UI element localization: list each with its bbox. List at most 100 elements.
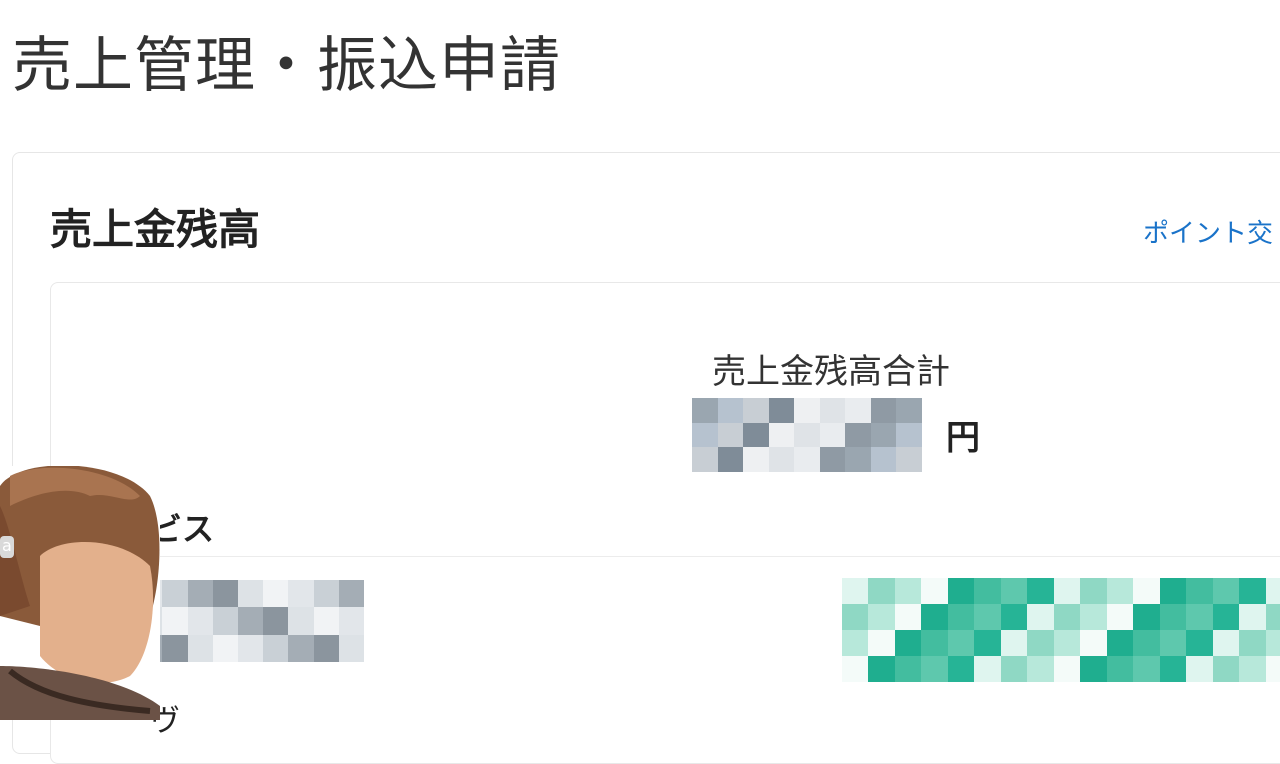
redaction-cell xyxy=(338,607,364,635)
redaction-cell xyxy=(947,604,975,630)
redaction-cell xyxy=(842,630,869,656)
section-title: 売上金残高 xyxy=(50,205,261,254)
redaction-cell xyxy=(162,607,188,635)
redaction-cell xyxy=(1159,630,1187,656)
balance-summary-panel xyxy=(50,282,1280,764)
redaction-cell xyxy=(1053,630,1081,656)
redaction-cell xyxy=(1159,578,1187,604)
redaction-cell xyxy=(870,447,897,472)
redaction-cell xyxy=(1080,578,1107,604)
person-image: a xyxy=(0,466,160,720)
redaction-cell xyxy=(313,607,339,635)
redaction-cell xyxy=(717,422,744,448)
redaction-cell xyxy=(974,630,1001,656)
redaction-cell xyxy=(947,656,975,682)
redaction-cell xyxy=(263,607,289,635)
redaction-cell xyxy=(162,634,188,662)
redaction-cell xyxy=(238,634,264,662)
redaction-cell xyxy=(1000,604,1028,630)
redaction-cell xyxy=(743,447,769,472)
redaction-cell xyxy=(947,578,975,604)
redaction-cell xyxy=(1186,630,1213,656)
redaction-cell xyxy=(1133,604,1160,630)
redaction-cell xyxy=(338,634,364,662)
redaction-cell xyxy=(947,630,975,656)
redaction-cell xyxy=(868,578,895,604)
redaction-cell xyxy=(1027,578,1054,604)
redaction-cell xyxy=(212,634,238,662)
redaction-cell xyxy=(921,604,948,630)
redaction-cell xyxy=(1212,604,1240,630)
redaction-cell xyxy=(692,422,718,448)
redaction-cell xyxy=(921,656,948,682)
redaction-cell xyxy=(313,580,339,608)
redaction-cell xyxy=(338,580,364,608)
redaction-cell xyxy=(921,578,948,604)
redaction-cell xyxy=(868,630,895,656)
redaction-cell xyxy=(768,422,795,448)
redaction-cell xyxy=(768,447,795,472)
redaction-cell xyxy=(1265,656,1280,682)
redaction-cell xyxy=(1080,630,1107,656)
redaction-cell xyxy=(313,634,339,662)
transfer-request-button-redacted[interactable] xyxy=(842,578,1280,682)
redaction-cell xyxy=(717,447,744,472)
redaction-cell xyxy=(921,630,948,656)
redaction-cell xyxy=(1106,578,1134,604)
redaction-cell xyxy=(819,398,846,423)
divider xyxy=(52,556,1280,557)
redaction-cell xyxy=(1027,656,1054,682)
total-balance-amount-redacted xyxy=(692,398,922,472)
redaction-cell xyxy=(1053,604,1081,630)
redaction-cell xyxy=(1133,656,1160,682)
redaction-cell xyxy=(692,398,718,423)
redaction-cell xyxy=(1080,604,1107,630)
redaction-cell xyxy=(1000,656,1028,682)
point-exchange-link[interactable]: ポイント交 xyxy=(1143,216,1273,252)
redaction-cell xyxy=(1239,656,1266,682)
redaction-cell xyxy=(1186,578,1213,604)
redaction-cell xyxy=(1239,578,1266,604)
redaction-cell xyxy=(870,422,897,448)
redaction-cell xyxy=(263,634,289,662)
redaction-cell xyxy=(842,578,869,604)
redaction-cell xyxy=(845,398,871,423)
webcam-badge: a xyxy=(2,536,12,555)
redaction-cell xyxy=(794,398,820,423)
redaction-cell xyxy=(842,656,869,682)
redaction-cell xyxy=(1265,578,1280,604)
redaction-cell xyxy=(1265,630,1280,656)
redaction-cell xyxy=(187,580,213,608)
redaction-cell xyxy=(768,398,795,423)
redaction-cell xyxy=(794,422,820,448)
redaction-cell xyxy=(743,422,769,448)
redaction-cell xyxy=(819,422,846,448)
redaction-cell xyxy=(1159,604,1187,630)
redaction-cell xyxy=(288,634,314,662)
redaction-cell xyxy=(717,398,744,423)
webcam-overlay: a xyxy=(0,466,160,720)
redaction-cell xyxy=(1186,604,1213,630)
redaction-cell xyxy=(842,604,869,630)
redaction-cell xyxy=(162,580,188,608)
redaction-cell xyxy=(1212,656,1240,682)
redaction-cell xyxy=(1053,578,1081,604)
redaction-cell xyxy=(974,578,1001,604)
redaction-cell xyxy=(894,604,922,630)
redaction-cell xyxy=(974,656,1001,682)
redaction-cell xyxy=(1000,630,1028,656)
redaction-cell xyxy=(288,580,314,608)
redaction-cell xyxy=(794,447,820,472)
redaction-cell xyxy=(894,656,922,682)
redaction-cell xyxy=(896,447,922,472)
page-title: 売上管理・振込申請 xyxy=(12,31,561,101)
redaction-cell xyxy=(845,422,871,448)
total-balance-label: 売上金残高合計 xyxy=(712,352,950,392)
redaction-cell xyxy=(894,578,922,604)
redaction-cell xyxy=(870,398,897,423)
redaction-cell xyxy=(212,607,238,635)
redaction-cell xyxy=(894,630,922,656)
redaction-cell xyxy=(1027,630,1054,656)
redaction-cell xyxy=(868,656,895,682)
redaction-cell xyxy=(1106,656,1134,682)
